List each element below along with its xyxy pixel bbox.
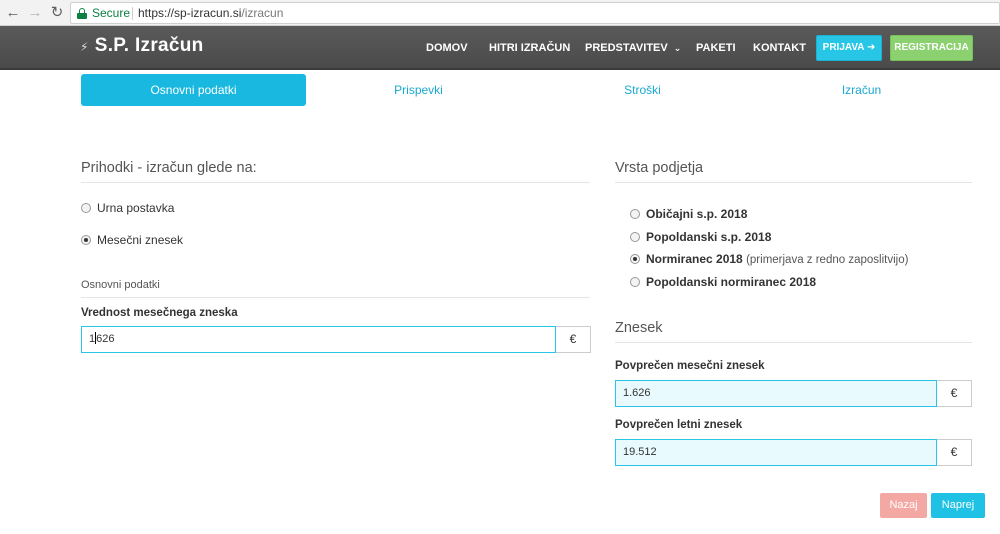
nav-item-kontakt[interactable]: KONTAKT [753, 42, 806, 54]
browser-toolbar: ← → ↻ Secure https://sp-izracun.si/izrac… [0, 0, 1000, 26]
avg-yearly-input[interactable]: 19.512 [615, 439, 937, 466]
divider [81, 182, 590, 183]
site-navbar: ⚡ S.P. Izračun DOMOV HITRI IZRAČUN PREDST… [0, 26, 1000, 70]
radio-button-checked[interactable] [81, 235, 91, 245]
radio-note: (primerjava z redno zaposlitvijo) [746, 254, 909, 266]
radio-popoldanski-normiranec[interactable]: Popoldanski normiranec 2018 [630, 275, 816, 289]
radio-normiranec[interactable]: Normiranec 2018 (primerjava z redno zapo… [630, 252, 908, 266]
euro-addon: € [937, 380, 972, 407]
radio-urna-postavka[interactable]: Urna postavka [81, 201, 174, 215]
radio-button[interactable] [630, 209, 640, 219]
url-host: https://sp-izracun.si [138, 6, 242, 20]
url-text: https://sp-izracun.si/izracun [138, 3, 283, 23]
radio-label: Popoldanski s.p. 2018 [646, 230, 772, 244]
arrow-right-icon: ➜ [866, 42, 876, 53]
radio-label: Običajni s.p. 2018 [646, 207, 748, 221]
radio-label: Normiranec 2018 [646, 252, 743, 266]
brand-name: S.P. Izračun [94, 35, 204, 56]
subsection-label: Osnovni podatki [81, 279, 160, 291]
nav-item-domov[interactable]: DOMOV [426, 42, 468, 54]
register-button[interactable]: REGISTRACIJA [890, 35, 973, 61]
radio-obicajni-sp[interactable]: Običajni s.p. 2018 [630, 207, 747, 221]
monthly-amount-input[interactable]: 1626 [81, 326, 556, 353]
brand-logo[interactable]: ⚡ S.P. Izračun [80, 35, 204, 57]
url-separator [132, 7, 133, 20]
back-button[interactable]: Nazaj [880, 493, 927, 518]
euro-addon: € [556, 326, 591, 353]
radio-label: Urna postavka [97, 201, 175, 215]
radio-popoldanski-sp[interactable]: Popoldanski s.p. 2018 [630, 230, 771, 244]
address-bar[interactable]: Secure https://sp-izracun.si/izracun [70, 2, 1000, 24]
company-type-title: Vrsta podjetja [615, 160, 704, 176]
monthly-amount-label: Vrednost mesečnega zneska [81, 307, 238, 319]
login-button[interactable]: PRIJAVA ➜ [816, 35, 882, 61]
bolt-icon: ⚡ [80, 40, 89, 54]
security-label: Secure [92, 6, 131, 20]
radio-button[interactable] [630, 232, 640, 242]
input-value-end: 626 [96, 333, 115, 345]
back-arrow-icon[interactable]: ← [4, 4, 22, 22]
tab-osnovni-podatki[interactable]: Osnovni podatki [81, 74, 306, 106]
divider [81, 297, 590, 298]
tab-stroski[interactable]: Stroški [530, 74, 755, 106]
divider [615, 342, 972, 343]
tab-izracun[interactable]: Izračun [749, 74, 974, 106]
radio-button-checked[interactable] [630, 254, 640, 264]
url-path: /izracun [241, 6, 284, 20]
radio-button[interactable] [81, 203, 91, 213]
radio-label: Popoldanski normiranec 2018 [646, 275, 817, 289]
radio-mesecni-znesek[interactable]: Mesečni znesek [81, 233, 183, 247]
avg-monthly-input[interactable]: 1.626 [615, 380, 937, 407]
nav-item-hitri-izracun[interactable]: HITRI IZRAČUN [489, 42, 570, 54]
avg-yearly-label: Povprečen letni znesek [615, 419, 743, 431]
income-section-title: Prihodki - izračun glede na: [81, 160, 257, 176]
radio-button[interactable] [630, 277, 640, 287]
chevron-down-icon: ⌄ [673, 43, 682, 53]
tab-prispevki[interactable]: Prispevki [306, 74, 531, 106]
euro-addon: € [937, 439, 972, 466]
forward-arrow-icon[interactable]: → [26, 4, 44, 22]
nav-item-paketi[interactable]: PAKETI [696, 42, 736, 54]
radio-label: Mesečni znesek [97, 233, 184, 247]
avg-monthly-label: Povprečen mesečni znesek [615, 360, 765, 372]
reload-icon[interactable]: ↻ [48, 4, 66, 22]
amount-section-title: Znesek [615, 320, 663, 336]
nav-item-predstavitev[interactable]: PREDSTAVITEV ⌄ [585, 42, 681, 54]
nav-item-predstavitev-label: PREDSTAVITEV [585, 42, 668, 54]
divider [615, 182, 972, 183]
login-label: PRIJAVA [822, 42, 865, 53]
lock-icon [77, 8, 87, 19]
next-button[interactable]: Naprej [931, 493, 985, 518]
